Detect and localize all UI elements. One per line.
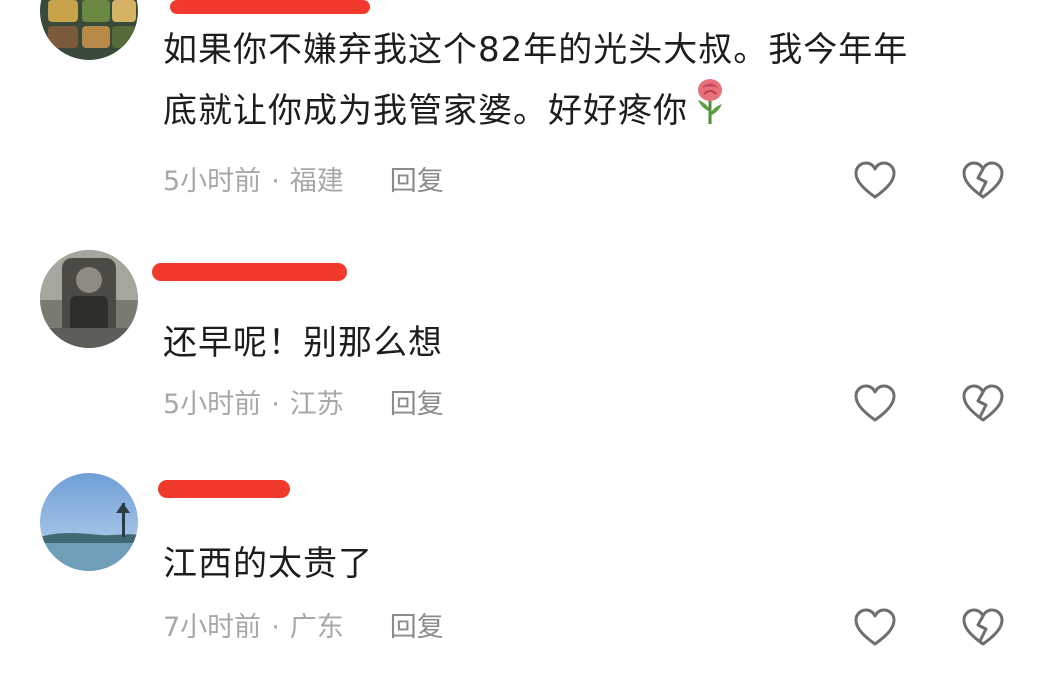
comment-text: 还早呢！别那么想 — [163, 323, 443, 363]
heart-outline-icon[interactable] — [853, 384, 897, 424]
comment-item-3: 江西的太贵了 7小时前 · 广东 回复 — [0, 470, 1040, 681]
comment-meta: 5小时前 · 福建 回复 — [163, 162, 444, 202]
meta-separator: · — [271, 389, 280, 420]
comment-time: 5小时前 — [163, 166, 262, 197]
meta-separator: · — [271, 612, 280, 643]
comment-item-1: 如果你不嫌弃我这个82年的光头大叔。我今年年 底就让你成为我管家婆。好好疼你 5… — [0, 0, 1040, 225]
avatar[interactable] — [40, 473, 138, 571]
meta-separator: · — [271, 166, 280, 197]
reply-button[interactable]: 回复 — [390, 162, 444, 202]
comment-location: 福建 — [289, 166, 344, 197]
comment-location: 江苏 — [289, 389, 344, 420]
comment-time: 5小时前 — [163, 389, 262, 420]
broken-heart-outline-icon[interactable] — [961, 608, 1005, 648]
comment-text: 江西的太贵了 — [163, 544, 373, 584]
comment-location: 广东 — [289, 612, 344, 643]
comment-text: 如果你不嫌弃我这个82年的光头大叔。我今年年 底就让你成为我管家婆。好好疼你 — [163, 22, 1020, 143]
heart-outline-icon[interactable] — [853, 161, 897, 201]
reply-button[interactable]: 回复 — [390, 385, 444, 425]
comment-item-2: 还早呢！别那么想 5小时前 · 江苏 回复 — [0, 245, 1040, 455]
redacted-username — [152, 263, 347, 281]
broken-heart-outline-icon[interactable] — [961, 161, 1005, 201]
comment-meta: 7小时前 · 广东 回复 — [163, 608, 444, 648]
heart-outline-icon[interactable] — [853, 608, 897, 648]
comment-time: 7小时前 — [163, 612, 262, 643]
rose-emoji — [692, 78, 728, 143]
redacted-username — [170, 0, 370, 14]
reply-button[interactable]: 回复 — [390, 608, 444, 648]
avatar[interactable] — [40, 250, 138, 348]
broken-heart-outline-icon[interactable] — [961, 384, 1005, 424]
comment-meta: 5小时前 · 江苏 回复 — [163, 385, 444, 425]
redacted-username — [158, 480, 290, 498]
avatar[interactable] — [40, 0, 138, 60]
